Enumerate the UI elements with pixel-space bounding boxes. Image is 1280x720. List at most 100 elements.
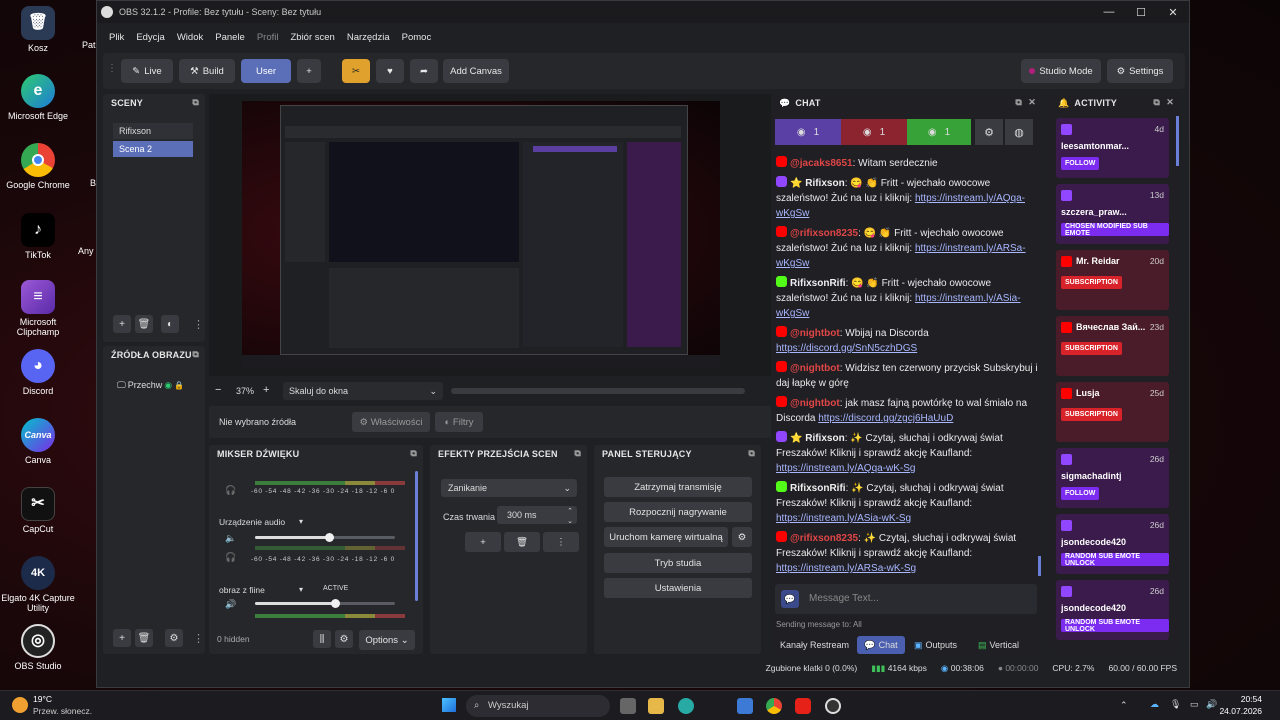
activity-item[interactable]: jsondecode420 26d RANDOM SUB EMOTE UNLOCK xyxy=(1056,514,1169,574)
cloud-icon[interactable]: ☁ xyxy=(1150,699,1159,710)
duration-spinbox[interactable]: 300 ms ⌃ ⌄ xyxy=(497,506,577,525)
remove-transition-icon[interactable]: 🗑 xyxy=(504,532,540,552)
weather-desc[interactable]: Przew. słonecz. xyxy=(33,706,92,716)
desktop-icon-clipchamp[interactable]: ≡ Microsoft Clipchamp xyxy=(0,280,76,337)
title-bar[interactable]: OBS 32.1.2 - Profile: Bez tytułu - Sceny… xyxy=(97,1,1189,23)
desktop-icon-recycle-bin[interactable]: 🗑 Kosz xyxy=(0,6,76,53)
start-recording-button[interactable]: Rozpocznij nagrywanie xyxy=(604,502,752,522)
chat-settings-gear-icon[interactable]: ⚙ xyxy=(975,119,1003,145)
add-mode-button[interactable]: + xyxy=(297,59,321,83)
settings-button[interactable]: ⚙ Settings xyxy=(1107,59,1173,83)
activity-item[interactable]: Lusja 25d SUBSCRIPTION xyxy=(1056,382,1169,442)
headphones-icon[interactable]: 🎧 xyxy=(225,552,236,563)
chrome-taskbar-icon[interactable] xyxy=(766,698,782,714)
close-icon[interactable]: ✕ xyxy=(1028,97,1036,108)
source-settings-gear-icon[interactable]: ⚙ xyxy=(165,629,183,647)
menu-zbior-scen[interactable]: Zbiór scen xyxy=(284,32,340,43)
clock-time[interactable]: 20:54 xyxy=(1222,694,1262,704)
task-view-icon[interactable] xyxy=(620,698,636,714)
chat-username[interactable]: @nightbot xyxy=(790,398,840,409)
maximize-icon[interactable]: ☐ xyxy=(1125,1,1157,23)
chat-link[interactable]: https://instream.ly/ARSa-wK-Sg xyxy=(776,563,916,574)
more-options-icon[interactable]: ⋮ xyxy=(193,632,204,645)
desktop-icon-obs[interactable]: ◎ OBS Studio xyxy=(0,624,76,671)
studio-mode-button[interactable]: Studio Mode xyxy=(1021,59,1101,83)
weather-sun-icon[interactable] xyxy=(12,697,28,713)
preview-scrollbar[interactable] xyxy=(451,388,745,394)
source-item[interactable]: 🖵 Przechw ◉ 🔒 xyxy=(117,378,201,392)
float-icon[interactable]: ⧉ xyxy=(574,448,581,459)
mute-speaker-icon[interactable]: 🔈 xyxy=(225,533,236,544)
add-scene-button[interactable]: + xyxy=(113,315,131,333)
tab-restream-channels[interactable]: Kanały Restream xyxy=(780,640,849,650)
chat-username[interactable]: @rifixson8235 xyxy=(790,533,858,544)
scene-filter-icon[interactable]: ◐ xyxy=(161,315,179,333)
chat-username[interactable]: ⭐ Rifixson xyxy=(790,178,845,189)
add-canvas-button[interactable]: Add Canvas xyxy=(443,59,509,83)
more-options-icon[interactable]: ⋮ xyxy=(193,318,204,331)
chat-username[interactable]: @nightbot xyxy=(790,363,840,374)
chat-scrollbar[interactable] xyxy=(1038,556,1041,576)
float-icon[interactable]: ⧉ xyxy=(748,448,755,459)
activity-item[interactable]: jsondecode420 26d RANDOM SUB EMOTE UNLOCK xyxy=(1056,580,1169,640)
transition-more-icon[interactable]: ⋮ xyxy=(543,532,579,552)
add-transition-button[interactable]: + xyxy=(465,532,501,552)
desktop-icon-chrome[interactable]: Google Chrome xyxy=(0,143,76,190)
activity-item[interactable]: sigmachadintj 26d FOLLOW xyxy=(1056,448,1169,508)
tray-chevron-up-icon[interactable]: ⌃ xyxy=(1120,700,1128,711)
chat-username[interactable]: @nightbot xyxy=(790,328,840,339)
remove-scene-icon[interactable]: 🗑 xyxy=(135,315,153,333)
channel-menu-caret-icon[interactable]: ▾ xyxy=(299,585,303,594)
desktop-icon-discord[interactable]: ◕ Discord xyxy=(0,349,76,396)
menu-widok[interactable]: Widok xyxy=(171,32,209,43)
zoom-out-icon[interactable]: − xyxy=(215,384,221,396)
menu-profil[interactable]: Profil xyxy=(251,32,285,43)
visibility-eye-icon[interactable]: ◉ xyxy=(164,380,172,391)
youtube-taskbar-icon[interactable] xyxy=(795,698,811,714)
spin-down-icon[interactable]: ⌄ xyxy=(567,513,573,531)
microphone-icon[interactable]: 🎙 xyxy=(1170,699,1181,710)
preview-canvas[interactable] xyxy=(242,101,720,367)
float-icon[interactable]: ⧉ xyxy=(1015,97,1022,108)
menu-plik[interactable]: Plik xyxy=(103,32,130,43)
add-source-button[interactable]: + xyxy=(113,629,131,647)
favorite-button[interactable]: ♥ xyxy=(376,59,404,83)
headphones-icon[interactable]: 🎧 xyxy=(225,485,236,496)
studio-mode-toggle-button[interactable]: Tryb studia xyxy=(604,553,752,573)
float-icon[interactable]: ⧉ xyxy=(1153,97,1160,108)
chat-link[interactable]: https://discord.gg/zgcj6HaUuD xyxy=(818,413,953,424)
mail-icon[interactable] xyxy=(737,698,753,714)
properties-button[interactable]: ⚙ Właściwości xyxy=(352,412,430,432)
chat-username[interactable]: @jacaks8651 xyxy=(790,158,853,169)
menu-panele[interactable]: Panele xyxy=(209,32,251,43)
chat-link[interactable]: https://instream.ly/AQqa-wK-Sg xyxy=(776,463,916,474)
menu-edycja[interactable]: Edycja xyxy=(130,32,171,43)
network-icon[interactable]: ▭ xyxy=(1190,699,1199,710)
remove-source-icon[interactable]: 🗑 xyxy=(135,629,153,647)
desktop-icon-elgato[interactable]: 4K Elgato 4K Capture Utility xyxy=(0,556,76,613)
live-button[interactable]: ✎ Live xyxy=(121,59,173,83)
desktop-icon-capcut[interactable]: ✂ CapCut xyxy=(0,487,76,534)
filters-button[interactable]: ◐ Filtry xyxy=(435,412,483,432)
activity-item[interactable]: Вячеслав Заӣ... 23d SUBSCRIPTION xyxy=(1056,316,1169,376)
scene-item-selected[interactable]: Scena 2 xyxy=(113,141,193,157)
zoom-in-icon[interactable]: + xyxy=(263,384,269,396)
chat-username[interactable]: RifixsonRifi xyxy=(790,483,846,494)
mixer-scrollbar[interactable] xyxy=(415,471,418,601)
activity-item[interactable]: szczera_praw... 13d CHOSEN MODIFIED SUB EM… xyxy=(1056,184,1169,244)
settings-control-button[interactable]: Ustawienia xyxy=(604,578,752,598)
weather-temp[interactable]: 19°C xyxy=(33,694,52,704)
activity-item[interactable]: leesamtonmar... 4d FOLLOW xyxy=(1056,118,1169,178)
chat-username[interactable]: @rifixson8235 xyxy=(790,228,858,239)
activity-item[interactable]: Mr. Reidar 20d SUBSCRIPTION xyxy=(1056,250,1169,310)
channel-menu-caret-icon[interactable]: ▾ xyxy=(299,517,303,526)
transition-select[interactable]: Zanikanie ⌄ xyxy=(441,479,577,497)
chat-username[interactable]: ⭐ Rifixson xyxy=(790,433,845,444)
build-button[interactable]: ⚒ Build xyxy=(179,59,235,83)
menu-pomoc[interactable]: Pomoc xyxy=(396,32,438,43)
float-icon[interactable]: ⧉ xyxy=(410,448,417,459)
lock-icon[interactable]: 🔒 xyxy=(174,381,184,390)
chat-link[interactable]: https://instream.ly/ASia-wK-Sg xyxy=(776,513,911,524)
edge-taskbar-icon[interactable] xyxy=(678,698,694,714)
user-button[interactable]: User xyxy=(241,59,291,83)
